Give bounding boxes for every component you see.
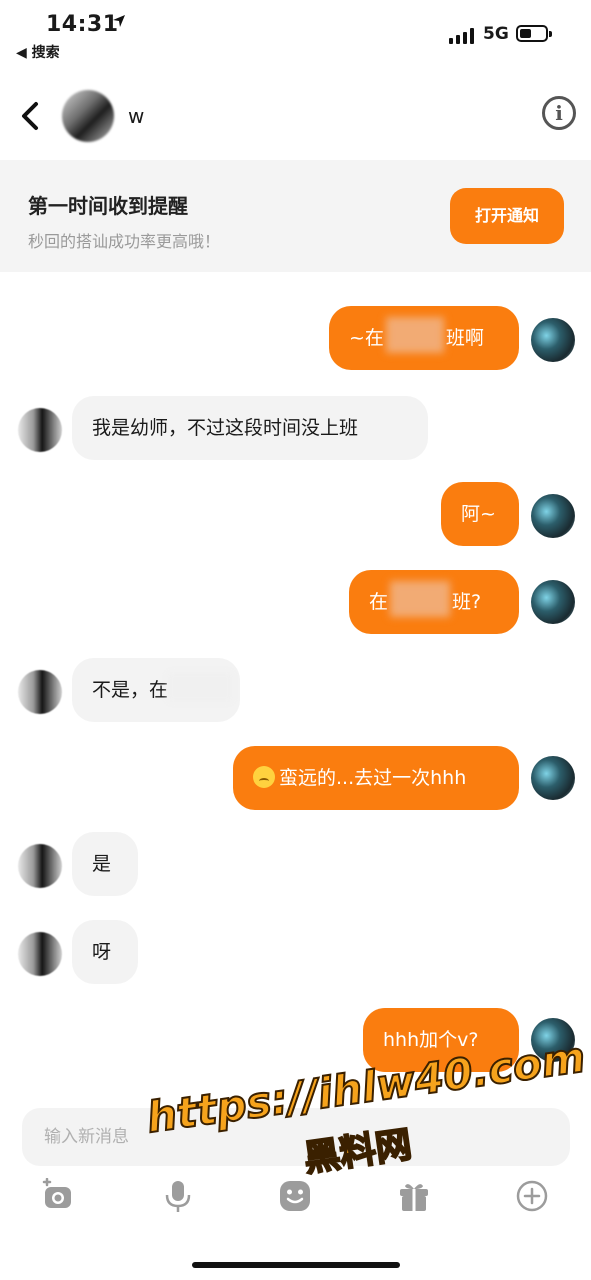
message-row: 不是，在: [0, 658, 591, 724]
contact-avatar[interactable]: [18, 670, 62, 714]
contact-avatar[interactable]: [18, 844, 62, 888]
status-bar: 14:31 ◀ 搜索 5G: [0, 0, 591, 70]
message-bubble[interactable]: 阿~: [441, 482, 519, 546]
message-row: 在 班?: [0, 570, 591, 636]
message-bubble[interactable]: 我是幼师，不过这段时间没上班: [72, 396, 428, 460]
status-time: 14:31: [46, 12, 119, 37]
my-avatar[interactable]: [531, 494, 575, 538]
redacted-text: [168, 672, 233, 702]
message-text: 在: [369, 591, 389, 613]
message-text: hhh加个v?: [383, 1029, 479, 1051]
plus-icon[interactable]: [514, 1178, 550, 1214]
message-text: 不是，在: [92, 679, 169, 701]
composer-toolbar: [0, 1178, 591, 1224]
contact-name[interactable]: w: [128, 104, 144, 128]
message-row: 阿~: [0, 482, 591, 548]
signal-icon: [449, 28, 475, 44]
network-label: 5G: [483, 24, 509, 44]
message-text: 班啊: [445, 327, 484, 349]
home-indicator: [192, 1262, 400, 1268]
message-input[interactable]: 输入新消息: [22, 1108, 570, 1166]
message-bubble[interactable]: 在 班?: [349, 570, 519, 634]
message-list: ~在 班啊 我是幼师，不过这段时间没上班 阿~ 在 班? 不是，在 蛮远的...去过…: [0, 272, 591, 1102]
camera-icon[interactable]: [40, 1178, 76, 1214]
message-bubble[interactable]: 是: [72, 832, 138, 896]
back-to-app-link[interactable]: ◀ 搜索: [16, 42, 60, 62]
message-row: 是: [0, 832, 591, 898]
message-bubble[interactable]: ~在 班啊: [329, 306, 519, 370]
battery-icon: [516, 25, 552, 42]
info-icon[interactable]: i: [542, 96, 576, 130]
my-avatar[interactable]: [531, 318, 575, 362]
message-text: 是: [92, 853, 112, 875]
my-avatar[interactable]: [531, 756, 575, 800]
my-avatar[interactable]: [531, 1018, 575, 1062]
microphone-icon[interactable]: [160, 1178, 196, 1214]
redacted-text: [385, 317, 444, 353]
crying-face-emoji-icon: [253, 766, 275, 788]
message-bubble[interactable]: hhh加个v?: [363, 1008, 519, 1072]
notification-banner: 第一时间收到提醒 秒回的搭讪成功率更高哦！ 打开通知: [0, 160, 591, 272]
message-text: 蛮远的...去过一次hhh: [279, 767, 467, 789]
chat-header: w i: [0, 80, 591, 156]
message-bubble[interactable]: 蛮远的...去过一次hhh: [233, 746, 519, 810]
message-row: ~在 班啊: [0, 306, 591, 372]
message-bubble[interactable]: 呀: [72, 920, 138, 984]
message-text: ~在: [349, 327, 384, 349]
enable-notifications-button[interactable]: 打开通知: [450, 188, 564, 244]
message-text: 呀: [92, 941, 112, 963]
gift-icon[interactable]: [396, 1178, 432, 1214]
message-text: 班?: [452, 591, 482, 613]
contact-avatar[interactable]: [62, 90, 114, 142]
my-avatar[interactable]: [531, 580, 575, 624]
banner-subtitle: 秒回的搭讪成功率更高哦！: [28, 232, 221, 251]
banner-title: 第一时间收到提醒: [28, 194, 188, 218]
redacted-text: [390, 581, 451, 617]
message-row: 我是幼师，不过这段时间没上班: [0, 396, 591, 462]
message-row: hhh加个v?: [0, 1008, 591, 1074]
message-row: 蛮远的...去过一次hhh: [0, 746, 591, 812]
message-text: 我是幼师，不过这段时间没上班: [92, 417, 359, 439]
message-bubble[interactable]: 不是，在: [72, 658, 240, 722]
contact-avatar[interactable]: [18, 408, 62, 452]
emoji-icon[interactable]: [277, 1178, 313, 1214]
contact-avatar[interactable]: [18, 932, 62, 976]
location-arrow-icon: [113, 15, 125, 27]
back-arrow-icon[interactable]: [14, 96, 46, 136]
message-text: 阿~: [461, 503, 496, 525]
message-row: 呀: [0, 920, 591, 986]
